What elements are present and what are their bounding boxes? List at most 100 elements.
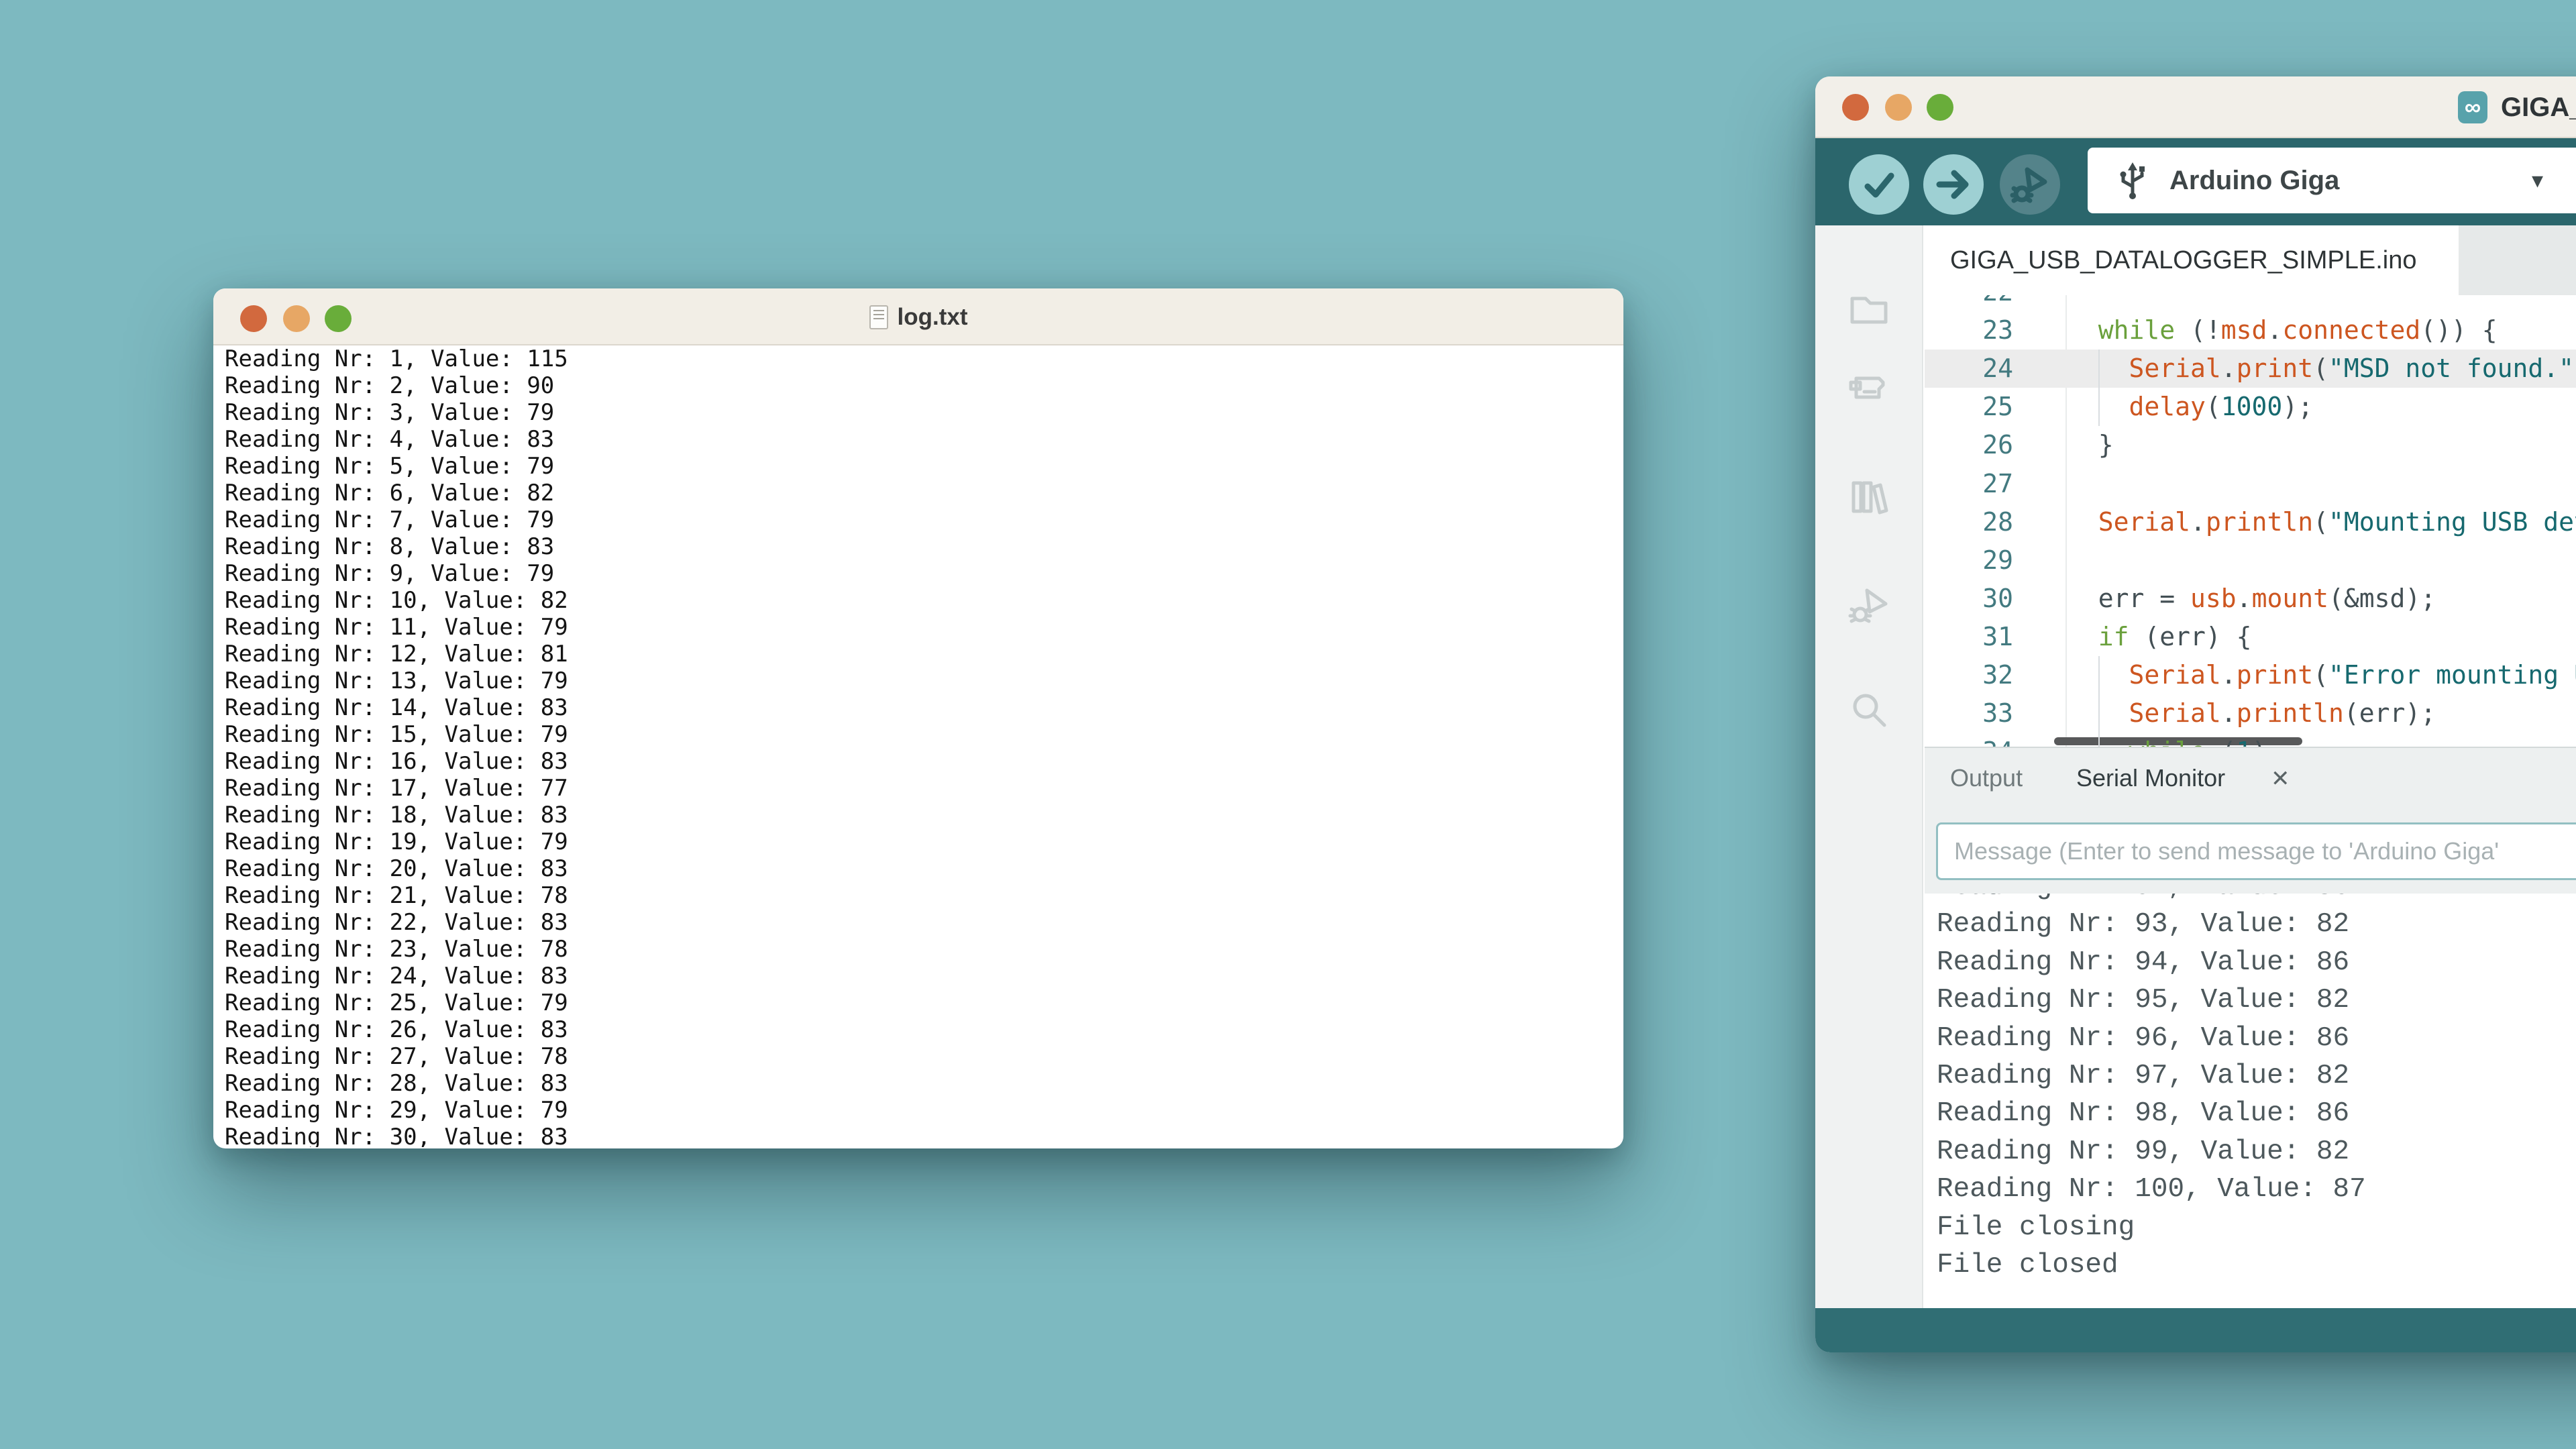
code-line: 32 Serial.print("Error mounting USB devi… xyxy=(1925,656,2576,694)
code-line: 23 while (!msd.connected()) { xyxy=(1925,311,2576,350)
line-number: 24 xyxy=(1925,350,2065,388)
code-text xyxy=(2065,541,2068,580)
tab-serial-monitor[interactable]: Serial Monitor xyxy=(2076,764,2225,792)
log-line: Reading Nr: 24, Value: 83 xyxy=(225,963,1623,989)
code-text: err = usb.mount(&msd); xyxy=(2065,580,2436,618)
code-text: if (err) { xyxy=(2065,618,2252,656)
debug-button[interactable] xyxy=(2000,154,2060,215)
close-icon[interactable]: ✕ xyxy=(2271,765,2290,792)
serial-line: Reading Nr: 98, Value: 86 xyxy=(1937,1095,2349,1132)
code-text: Serial.print("Error mounting USB device … xyxy=(2065,656,2576,694)
arduino-window-title: GIGA_ xyxy=(2501,93,2576,123)
debugger-icon[interactable] xyxy=(1847,584,1891,628)
log-window-titlebar[interactable]: log.txt xyxy=(213,288,1623,345)
arduino-main-area: GIGA_USB_DATALOGGER_SIMPLE.ino 2223 whil… xyxy=(1815,225,2576,1308)
document-icon xyxy=(869,305,888,329)
indent-guide xyxy=(2098,388,2100,426)
code-line: 31 if (err) { xyxy=(1925,618,2576,656)
serial-line: Reading Nr: 92, Value: 86 xyxy=(1937,894,2349,906)
log-line: Reading Nr: 22, Value: 83 xyxy=(225,909,1623,936)
log-line: Reading Nr: 15, Value: 79 xyxy=(225,721,1623,748)
code-line: 25 delay(1000); xyxy=(1925,388,2576,426)
line-number: 27 xyxy=(1925,465,2065,503)
serial-line: Reading Nr: 93, Value: 82 xyxy=(1937,906,2349,943)
log-line: Reading Nr: 4, Value: 83 xyxy=(225,426,1623,453)
line-number: 22 xyxy=(1925,295,2065,311)
log-line: Reading Nr: 28, Value: 83 xyxy=(225,1070,1623,1097)
code-text: Serial.println("Mounting USB device...")… xyxy=(2065,503,2576,541)
line-number: 29 xyxy=(1925,541,2065,580)
serial-line: File closed xyxy=(1937,1246,2118,1284)
log-line: Reading Nr: 9, Value: 79 xyxy=(225,560,1623,587)
arduino-ide-window: ∞ GIGA_ xyxy=(1815,76,2576,1352)
indent-guide xyxy=(2098,656,2100,694)
serial-line: File closing xyxy=(1937,1209,2135,1246)
arduino-logo-icon: ∞ xyxy=(2458,91,2487,123)
log-line: Reading Nr: 27, Value: 78 xyxy=(225,1043,1623,1070)
line-number: 30 xyxy=(1925,580,2065,618)
log-line: Reading Nr: 10, Value: 82 xyxy=(225,587,1623,614)
zoom-button[interactable] xyxy=(1927,94,1953,121)
serial-monitor-output[interactable]: Reading Nr: 92, Value: 86Reading Nr: 93,… xyxy=(1925,894,2576,1308)
log-line: Reading Nr: 30, Value: 83 xyxy=(225,1124,1623,1147)
bottom-panel: Output Serial Monitor ✕ Reading Nr: 92, … xyxy=(1925,747,2576,1308)
code-line: 27 xyxy=(1925,465,2576,503)
chevron-down-icon: ▾ xyxy=(2532,167,2543,194)
log-line: Reading Nr: 14, Value: 83 xyxy=(225,694,1623,721)
code-text xyxy=(2065,465,2068,503)
minimize-button[interactable] xyxy=(1885,94,1912,121)
log-line: Reading Nr: 26, Value: 83 xyxy=(225,1016,1623,1043)
line-number: 25 xyxy=(1925,388,2065,426)
log-line: Reading Nr: 16, Value: 83 xyxy=(225,748,1623,775)
serial-line: Reading Nr: 99, Value: 82 xyxy=(1937,1133,2349,1171)
log-line: Reading Nr: 3, Value: 79 xyxy=(225,399,1623,426)
code-text: while (!msd.connected()) { xyxy=(2065,311,2498,350)
editor-content: GIGA_USB_DATALOGGER_SIMPLE.ino 2223 whil… xyxy=(1925,225,2576,1308)
serial-message-input[interactable] xyxy=(1936,822,2576,880)
log-line: Reading Nr: 6, Value: 82 xyxy=(225,480,1623,506)
log-line: Reading Nr: 23, Value: 78 xyxy=(225,936,1623,963)
code-editor[interactable]: 2223 while (!msd.connected()) {24 Serial… xyxy=(1925,295,2576,747)
log-line: Reading Nr: 20, Value: 83 xyxy=(225,855,1623,882)
code-line: 34 while (1); xyxy=(1925,733,2576,747)
serial-line: Reading Nr: 95, Value: 82 xyxy=(1937,981,2349,1019)
editor-tabbar: GIGA_USB_DATALOGGER_SIMPLE.ino xyxy=(1925,225,2576,295)
code-text: delay(1000); xyxy=(2065,388,2313,426)
desktop: log.txt Reading Nr: 1, Value: 115Reading… xyxy=(0,0,2576,1449)
code-text: Serial.println(err); xyxy=(2065,694,2436,733)
arduino-titlebar[interactable]: ∞ GIGA_ xyxy=(1815,76,2576,138)
library-manager-icon[interactable] xyxy=(1847,475,1891,519)
upload-button[interactable] xyxy=(1923,154,1984,215)
board-selector-dropdown[interactable]: Arduino Giga ▾ xyxy=(2088,148,2576,213)
bug-play-icon xyxy=(2010,164,2050,205)
activity-sidebar xyxy=(1815,225,1923,1308)
code-text xyxy=(2065,295,2068,311)
tab-output[interactable]: Output xyxy=(1950,764,2023,792)
sketchbook-folder-icon[interactable] xyxy=(1847,288,1891,332)
line-number: 23 xyxy=(1925,311,2065,350)
checkmark-icon xyxy=(1860,165,1898,204)
close-button[interactable] xyxy=(1842,94,1869,121)
line-number: 26 xyxy=(1925,426,2065,464)
code-line: 24 Serial.print("MSD not found."); xyxy=(1925,350,2576,388)
code-line: 28 Serial.println("Mounting USB device..… xyxy=(1925,503,2576,541)
search-icon[interactable] xyxy=(1847,688,1891,732)
code-line: 29 xyxy=(1925,541,2576,580)
indent-guide xyxy=(2098,694,2100,733)
tab-filename: GIGA_USB_DATALOGGER_SIMPLE.ino xyxy=(1950,246,2417,275)
log-line: Reading Nr: 13, Value: 79 xyxy=(225,667,1623,694)
serial-line: Reading Nr: 97, Value: 82 xyxy=(1937,1057,2349,1095)
log-line: Reading Nr: 25, Value: 79 xyxy=(225,989,1623,1016)
log-line: Reading Nr: 2, Value: 90 xyxy=(225,372,1623,399)
log-line: Reading Nr: 19, Value: 79 xyxy=(225,828,1623,855)
log-text-area[interactable]: Reading Nr: 1, Value: 115Reading Nr: 2, … xyxy=(213,345,1623,1147)
line-number: 34 xyxy=(1925,733,2065,747)
code-line: 30 err = usb.mount(&msd); xyxy=(1925,580,2576,618)
verify-button[interactable] xyxy=(1849,154,1909,215)
line-number: 28 xyxy=(1925,503,2065,541)
log-line: Reading Nr: 5, Value: 79 xyxy=(225,453,1623,480)
code-text: } xyxy=(2065,426,2114,464)
log-line: Reading Nr: 1, Value: 115 xyxy=(225,345,1623,372)
tab-sketch-file[interactable]: GIGA_USB_DATALOGGER_SIMPLE.ino xyxy=(1925,225,2459,295)
boards-manager-icon[interactable] xyxy=(1847,366,1891,411)
